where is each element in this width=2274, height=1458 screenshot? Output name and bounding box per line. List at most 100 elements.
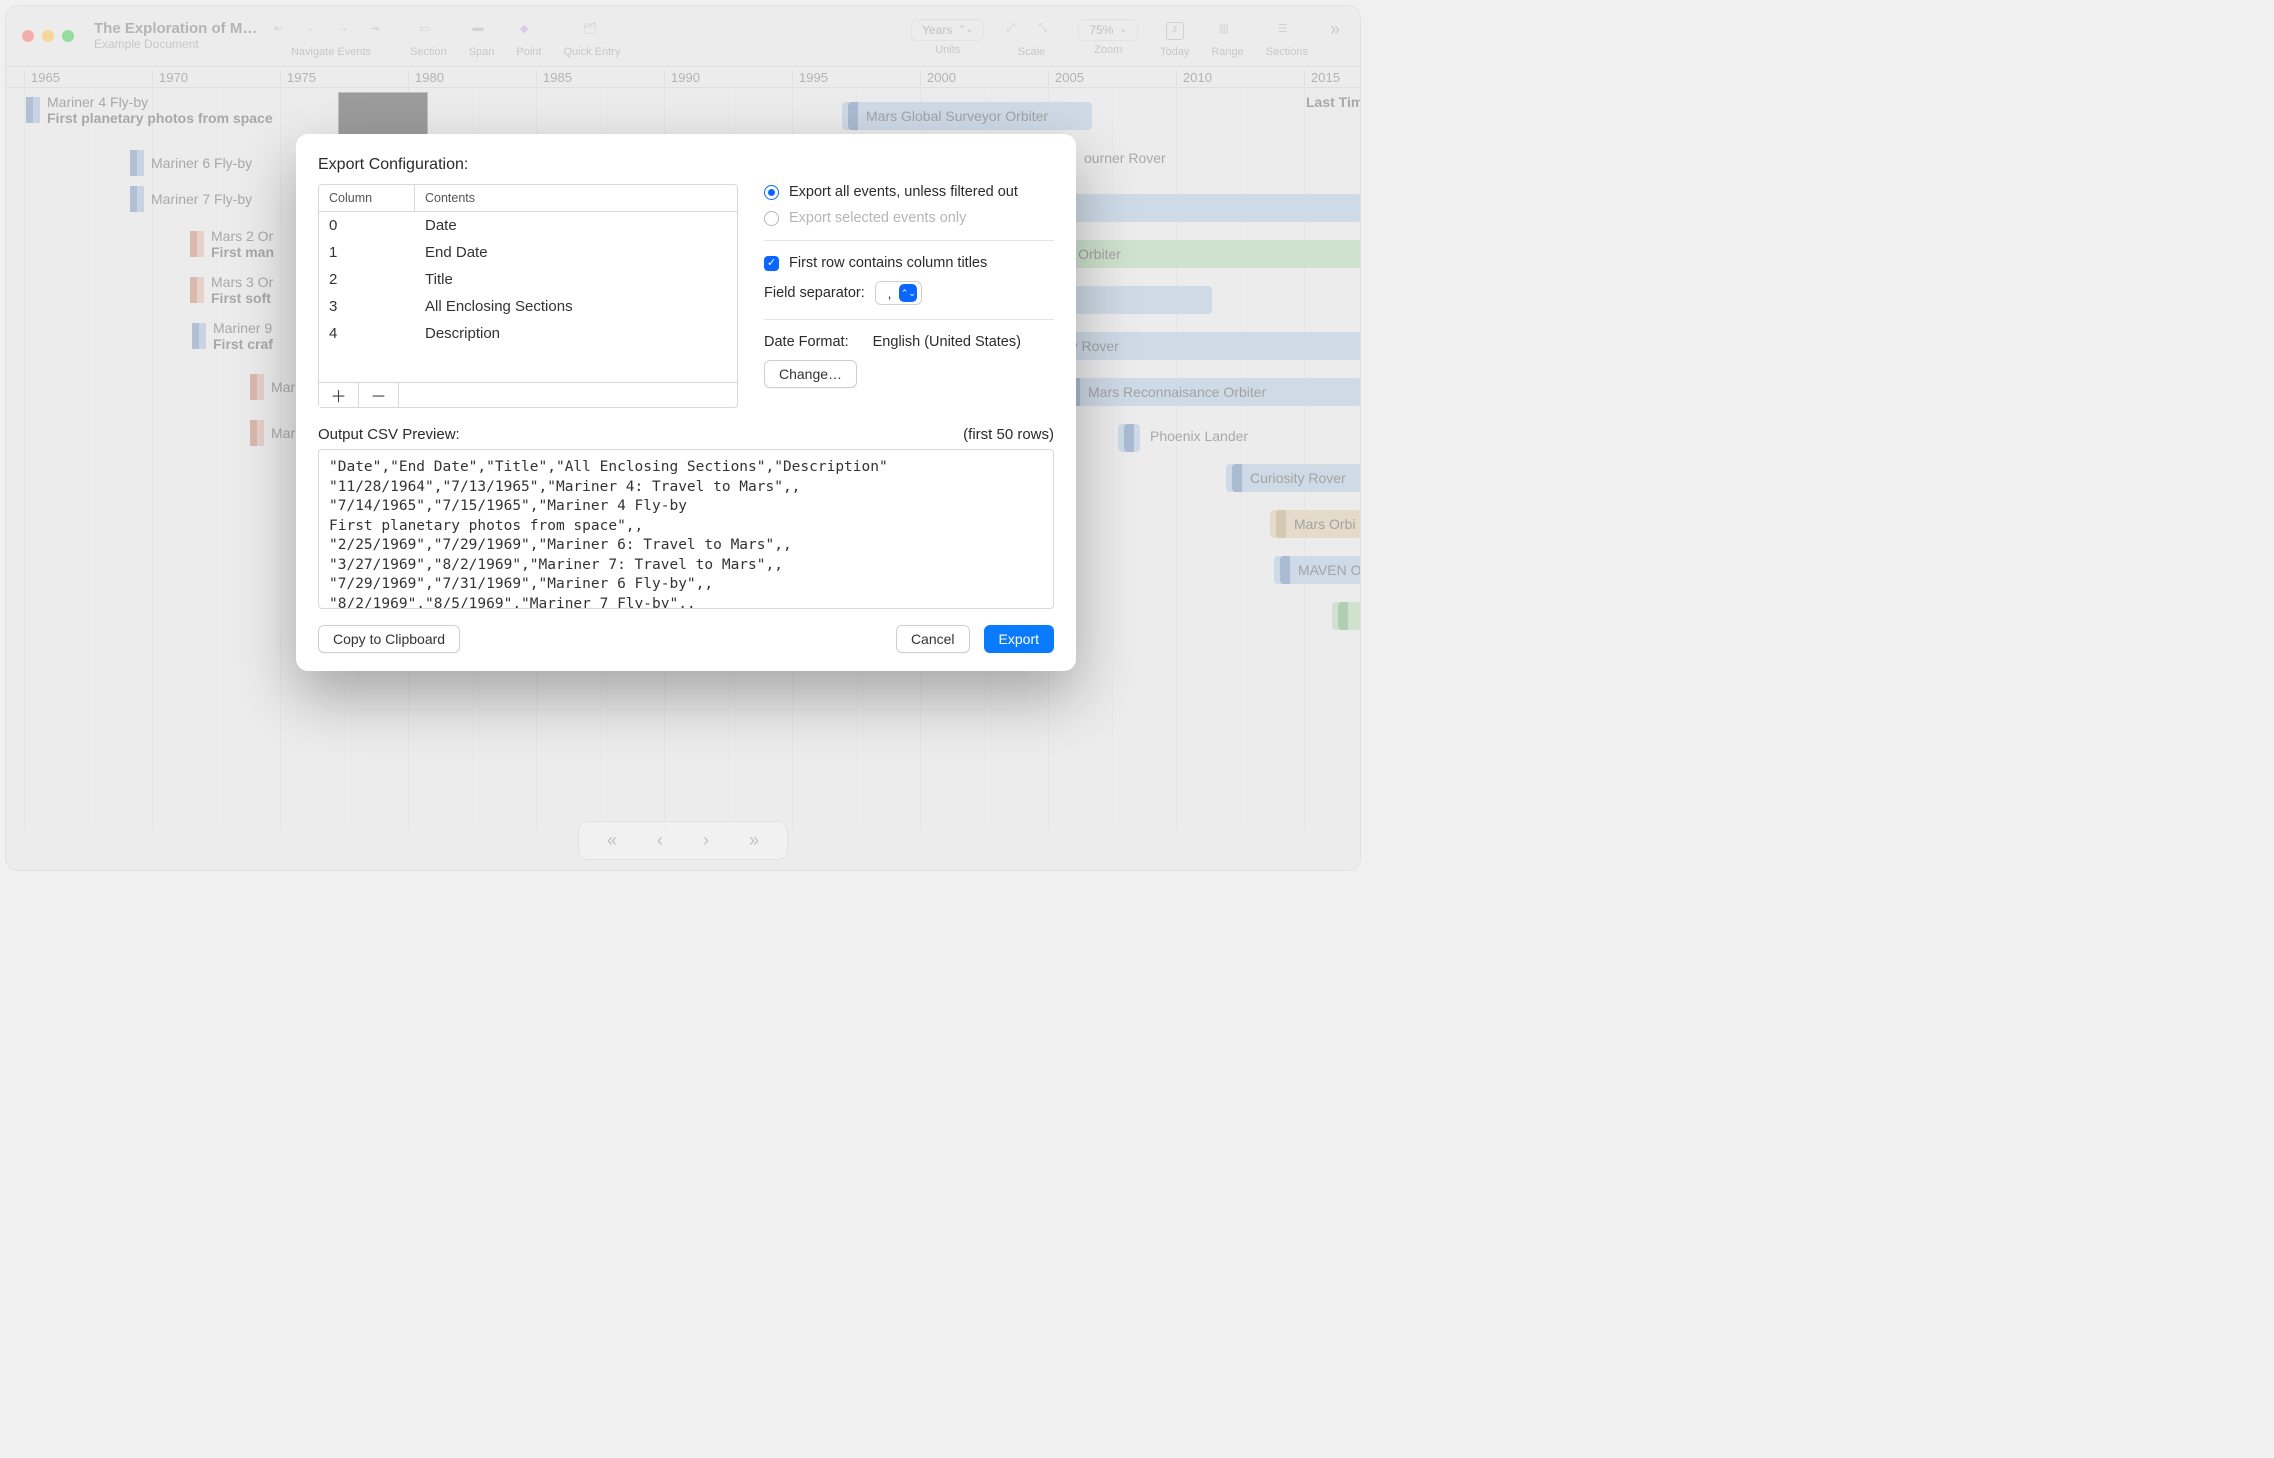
zoom-label: Zoom: [1094, 44, 1122, 56]
ruler-tick: 1990: [664, 70, 700, 86]
titlebar: The Exploration of M… Example Document ⇤…: [6, 6, 1360, 66]
field-separator-select[interactable]: , ⌃⌄: [875, 281, 923, 305]
ruler-tick: 2010: [1176, 70, 1212, 86]
event-thumbnail: [338, 92, 428, 137]
navigate-label: Navigate Events: [291, 46, 371, 58]
label-last-time: Last Time: [1306, 94, 1360, 110]
column-row[interactable]: 1End Date: [319, 239, 737, 266]
checkbox-first-row-label: First row contains column titles: [789, 255, 987, 271]
quick-entry-icon: 🗂: [583, 22, 601, 40]
document-subtitle: Example Document: [94, 38, 264, 52]
close-window-button[interactable]: [22, 30, 34, 42]
bar-mgs[interactable]: Mars Global Surveyor Orbiter: [842, 102, 1092, 130]
event-mars2[interactable]: Mars 2 OrFirst man: [190, 228, 274, 260]
column-row[interactable]: 4Description: [319, 320, 737, 347]
column-row[interactable]: 3All Enclosing Sections: [319, 293, 737, 320]
units-selector[interactable]: Years ⌃⌄ Units: [911, 19, 984, 56]
zoom-value: 75%: [1089, 23, 1113, 37]
event-mar-b[interactable]: Mar: [250, 420, 295, 446]
checkbox-first-row-titles[interactable]: First row contains column titles: [764, 255, 1054, 271]
field-separator-label: Field separator:: [764, 285, 865, 301]
bar-maven[interactable]: MAVEN O: [1274, 556, 1360, 584]
ruler-tick: 2000: [920, 70, 956, 86]
toolbar: ⇤ ← → ⇥ Navigate Events ▭ Section ▬ Span…: [274, 15, 1344, 58]
radio-export-selected: Export selected events only: [764, 210, 1054, 226]
pager: « ‹ › »: [578, 821, 788, 860]
chevron-updown-icon: ⌃⌄: [899, 284, 917, 302]
add-column-button[interactable]: ＋: [319, 383, 359, 407]
bar-phoenix-h[interactable]: [1118, 424, 1140, 452]
span-icon: ▬: [473, 22, 491, 40]
event-mariner7[interactable]: Mariner 7 Fly-by: [130, 186, 252, 212]
label-sojourner: ourner Rover: [1084, 150, 1166, 166]
sections-button[interactable]: ☰ Sections: [1266, 19, 1308, 58]
traffic-lights: [22, 30, 74, 42]
timeline-ruler: 1965 1970 1975 1980 1985 1990 1995 2000 …: [6, 66, 1360, 88]
column-row[interactable]: 2Title: [319, 266, 737, 293]
pager-first-icon[interactable]: «: [607, 830, 617, 851]
change-date-format-button[interactable]: Change…: [764, 360, 857, 388]
units-label: Units: [935, 44, 960, 56]
copy-to-clipboard-button[interactable]: Copy to Clipboard: [318, 625, 460, 653]
bar-mro[interactable]: Mars Reconnaisance Orbiter: [1064, 378, 1360, 406]
date-format-row: Date Format: English (United States): [764, 334, 1054, 350]
ruler-tick: 1970: [152, 70, 188, 86]
scale-out-icon[interactable]: ⤡: [1038, 22, 1056, 40]
range-label: Range: [1211, 46, 1243, 58]
range-icon: ▥: [1219, 22, 1237, 40]
today-label: Today: [1160, 46, 1189, 58]
nav-last-icon[interactable]: ⇥: [370, 22, 388, 40]
pager-prev-icon[interactable]: ‹: [657, 830, 663, 851]
dialog-title: Export Configuration:: [318, 156, 1054, 174]
point-tool[interactable]: ◆ Point: [516, 19, 541, 58]
event-mariner9[interactable]: Mariner 9First craf: [192, 320, 273, 352]
zoom-selector[interactable]: 75% ⌄ Zoom: [1078, 19, 1138, 56]
sections-label: Sections: [1266, 46, 1308, 58]
radio-export-all[interactable]: Export all events, unless filtered out: [764, 184, 1054, 200]
scale-tool[interactable]: ⤢ ⤡ Scale: [1006, 19, 1056, 58]
event-mariner6[interactable]: Mariner 6 Fly-by: [130, 150, 252, 176]
bar-green-stub[interactable]: [1332, 602, 1360, 630]
title-block: The Exploration of M… Example Document: [94, 20, 264, 51]
preview-label: Output CSV Preview:: [318, 426, 460, 443]
radio-export-selected-label: Export selected events only: [789, 210, 966, 226]
bar-marsorbi[interactable]: Mars Orbi: [1270, 510, 1360, 538]
today-button[interactable]: 4 Today: [1160, 19, 1189, 58]
label-phoenix: Phoenix Lander: [1150, 428, 1248, 444]
section-tool[interactable]: ▭ Section: [410, 19, 447, 58]
csv-preview[interactable]: "Date","End Date","Title","All Enclosing…: [318, 449, 1054, 609]
radio-off-icon: [764, 211, 779, 226]
pager-last-icon[interactable]: »: [749, 830, 759, 851]
range-button[interactable]: ▥ Range: [1211, 19, 1243, 58]
ruler-tick: 1980: [408, 70, 444, 86]
units-value: Years: [922, 23, 952, 37]
event-mars3[interactable]: Mars 3 OrFirst soft: [190, 274, 273, 306]
span-tool[interactable]: ▬ Span: [469, 19, 495, 58]
nav-first-icon[interactable]: ⇤: [274, 22, 292, 40]
zoom-window-button[interactable]: [62, 30, 74, 42]
event-mar-a[interactable]: Mar: [250, 374, 295, 400]
span-label: Span: [469, 46, 495, 58]
quick-entry-tool[interactable]: 🗂 Quick Entry: [563, 19, 620, 58]
remove-column-button[interactable]: －: [359, 383, 399, 407]
column-row[interactable]: 0Date: [319, 212, 737, 239]
chevron-updown-icon: ⌃⌄: [958, 24, 973, 35]
radio-export-all-label: Export all events, unless filtered out: [789, 184, 1018, 200]
export-button[interactable]: Export: [984, 625, 1054, 653]
event-mariner4[interactable]: Mariner 4 Fly-byFirst planetary photos f…: [26, 94, 273, 126]
quick-entry-label: Quick Entry: [563, 46, 620, 58]
bar-curiosity[interactable]: Curiosity Rover: [1226, 464, 1360, 492]
navigate-events-group[interactable]: ⇤ ← → ⇥ Navigate Events: [274, 19, 388, 58]
pager-next-icon[interactable]: ›: [703, 830, 709, 851]
column-config-table[interactable]: Column Contents 0Date 1End Date 2Title 3…: [318, 184, 738, 408]
cancel-button[interactable]: Cancel: [896, 625, 970, 653]
toolbar-overflow-icon[interactable]: »: [1330, 19, 1344, 40]
chevron-down-icon: ⌄: [1119, 24, 1127, 35]
section-icon: ▭: [419, 22, 437, 40]
radio-on-icon: [764, 185, 779, 200]
scale-in-icon[interactable]: ⤢: [1006, 22, 1024, 40]
minimize-window-button[interactable]: [42, 30, 54, 42]
nav-prev-icon[interactable]: ←: [306, 22, 324, 40]
nav-next-icon[interactable]: →: [338, 22, 356, 40]
ruler-tick: 1995: [792, 70, 828, 86]
